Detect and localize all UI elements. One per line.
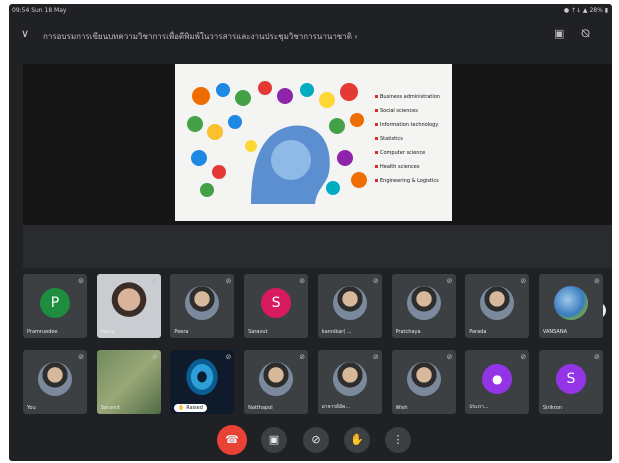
avatar: ● [482,364,513,394]
participant-tile[interactable]: ⊘ Pratchaya [391,274,456,338]
participant-name: Peera [174,329,189,335]
participant-tile[interactable]: ⊘ kannikar( ... [317,274,382,338]
avatar [553,286,588,320]
more-options-button[interactable]: ⋮ [385,427,411,453]
participant-tile[interactable]: S ⊘ Saravut [244,274,309,338]
raise-hand-button[interactable]: ✋ [344,427,370,453]
chevron-down-icon[interactable]: ∨ [21,27,29,40]
mic-off-icon: ⊘ [594,353,600,361]
participant-tile[interactable]: ⊘ Peera [96,274,161,338]
presentation-band [23,225,612,268]
mic-off-icon: ⊘ [225,353,232,361]
participant-name: อาจารย์อัค... [321,404,351,410]
participant-name: Saravut [100,405,121,411]
participant-tile[interactable]: ⊘ อาจารย์อัค... [317,350,382,414]
participant-tile[interactable]: ⊘ Saravut [96,350,161,414]
participant-name: VANSANA [542,329,567,335]
mic-off-icon: ⊘ [520,277,527,285]
mic-off-icon: ⊘ [594,277,600,285]
slide-topic: Computer science [375,150,440,164]
participant-tile[interactable]: S ⊘ Sirikron [538,350,603,414]
speaker-off-icon[interactable]: ⦰ [581,27,590,41]
call-controls: ☎ ▣ ⊘ ✋ ⋮ [9,424,612,456]
participant-name: Sirikron [542,405,562,411]
slide-topic: Business administration [375,94,440,108]
participant-name: Saravut [248,329,268,335]
avatar: S [261,288,292,318]
camera-toggle-button[interactable]: ▣ [261,427,287,453]
rotate-camera-icon[interactable]: ▣ [554,27,564,40]
presentation-area: Business administration Social sciences … [23,64,612,319]
participant-tile[interactable]: ⊘ Natthapol [244,350,309,414]
title-bar: ∨ การอบรมการเขียนบทความวิชาการเพื่อตีพิม… [9,22,612,50]
raised-hand-badge: ✋ Raised [174,404,207,412]
meeting-screen: 09:54 Sun 18 May ● ↑↓ ▲ 28% ▮ ∨ การอบรมก… [9,4,612,461]
status-time: 09:54 Sun 18 May [12,7,67,14]
slide-topic: Information technology [375,122,440,136]
participant-tile[interactable]: ⊘ VANSANA [538,274,603,338]
mic-off-icon: ⊘ [372,277,379,285]
avatar [480,286,515,320]
participant-name: Pratchaya [395,329,421,335]
participant-tile[interactable]: ⊘ Parada [465,274,530,338]
mic-off-icon: ⊘ [446,353,453,361]
participant-tile[interactable]: ● ⊘ ประภา... [465,350,530,414]
status-bar: 09:54 Sun 18 May ● ↑↓ ▲ 28% ▮ [9,4,612,17]
participant-name: Peera [100,329,115,335]
avatar [332,286,367,320]
participant-tile[interactable]: ⊘ ✋ Raised [170,350,235,414]
participant-tile[interactable]: ⊘ Wish [391,350,456,414]
participant-name: ประภา... [469,404,489,410]
participant-tile[interactable]: P ⊘ Pramruedee [23,274,87,338]
avatar: S [555,364,586,394]
participant-tile[interactable]: ⊘ You [23,350,87,414]
end-call-button[interactable]: ☎ [217,425,247,455]
avatar [406,362,441,396]
status-indicators: ● ↑↓ ▲ 28% ▮ [563,7,608,14]
slide-topic: Health sciences [375,164,440,178]
slide-topic: Statistics [375,136,440,150]
slide-topic-list: Business administration Social sciences … [375,94,440,192]
shared-slide: Business administration Social sciences … [175,64,452,221]
slide-topic: Engineering & Logistics [375,178,440,192]
meeting-title[interactable]: การอบรมการเขียนบทความวิชาการเพื่อตีพิมพ์… [43,30,448,43]
slide-illustration [187,81,367,204]
mic-off-icon: ⊘ [372,353,379,361]
avatar [38,362,72,396]
slide-topic: Social sciences [375,108,440,122]
participant-name: You [27,405,36,411]
participant-name: Natthapol [248,405,273,411]
participant-name: Parada [469,329,487,335]
mic-off-icon: ⊘ [225,277,232,285]
avatar [259,362,294,396]
avatar [332,362,367,396]
mic-off-icon: ⊘ [520,353,527,361]
participant-name: Pramruedee [27,329,58,335]
mic-off-icon: ⊘ [78,353,84,361]
mic-off-icon: ⊘ [151,353,158,361]
mic-off-icon: ⊘ [299,277,306,285]
participant-name: kannikar( ... [321,329,352,335]
mic-off-icon: ⊘ [446,277,453,285]
mic-off-icon: ⊘ [299,353,306,361]
mic-off-icon: ⊘ [78,277,84,285]
avatar [406,286,441,320]
mic-toggle-button[interactable]: ⊘ [303,427,329,453]
avatar [185,286,220,320]
avatar: P [40,288,70,318]
participant-tile[interactable]: ⊘ Peera [170,274,235,338]
mic-off-icon: ⊘ [151,277,158,285]
participant-name: Wish [395,405,408,411]
